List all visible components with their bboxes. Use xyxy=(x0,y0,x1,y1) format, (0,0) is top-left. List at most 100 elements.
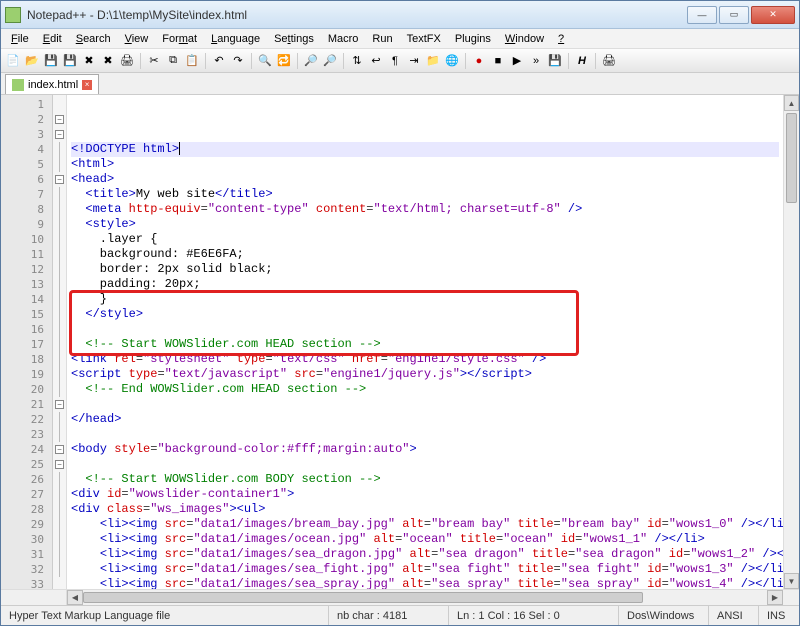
code-line[interactable]: <html> xyxy=(71,157,779,172)
horizontal-scrollbar[interactable]: ◀ ▶ xyxy=(67,590,783,605)
menu-run[interactable]: Run xyxy=(366,31,398,47)
fold-cell[interactable] xyxy=(53,472,66,487)
minimize-button[interactable]: — xyxy=(687,6,717,24)
find-icon[interactable]: 🔍 xyxy=(257,53,273,69)
macro-save-icon[interactable]: 💾 xyxy=(547,53,563,69)
fold-cell[interactable] xyxy=(53,262,66,277)
zoom-in-icon[interactable]: 🔎 xyxy=(303,53,319,69)
whitespace-icon[interactable]: ¶ xyxy=(387,53,403,69)
stop-icon[interactable]: ■ xyxy=(490,53,506,69)
code-area[interactable]: <!DOCTYPE html><html><head> <title>My we… xyxy=(67,95,783,589)
tab-index-html[interactable]: index.html × xyxy=(5,74,99,94)
fold-cell[interactable] xyxy=(53,277,66,292)
zoom-out-icon[interactable]: 🔎 xyxy=(322,53,338,69)
code-line[interactable]: <!-- End WOWSlider.com HEAD section --> xyxy=(71,382,779,397)
folder-icon[interactable]: 📁 xyxy=(425,53,441,69)
fold-cell[interactable] xyxy=(53,247,66,262)
fold-cell[interactable] xyxy=(53,97,66,112)
fold-cell[interactable] xyxy=(53,367,66,382)
menu-window[interactable]: Window xyxy=(499,31,550,47)
open-icon[interactable]: 📂 xyxy=(24,53,40,69)
menu-view[interactable]: View xyxy=(119,31,155,47)
cut-icon[interactable]: ✂ xyxy=(146,53,162,69)
lang-icon[interactable]: 🌐 xyxy=(444,53,460,69)
code-line[interactable]: .layer { xyxy=(71,232,779,247)
close-all-icon[interactable]: ✖ xyxy=(100,53,116,69)
code-line[interactable]: <script type="text/javascript" src="engi… xyxy=(71,367,779,382)
fold-cell[interactable] xyxy=(53,427,66,442)
maximize-button[interactable]: ▭ xyxy=(719,6,749,24)
save-all-icon[interactable]: 💾 xyxy=(62,53,78,69)
sync-icon[interactable]: ⇅ xyxy=(349,53,365,69)
scroll-left-icon[interactable]: ◀ xyxy=(67,590,83,605)
menu-language[interactable]: Language xyxy=(205,31,266,47)
code-line[interactable] xyxy=(71,457,779,472)
code-line[interactable]: </head> xyxy=(71,412,779,427)
fold-cell[interactable]: − xyxy=(53,127,66,142)
code-line[interactable]: <!-- Start WOWSlider.com HEAD section --… xyxy=(71,337,779,352)
fold-cell[interactable] xyxy=(53,217,66,232)
menu-search[interactable]: Search xyxy=(70,31,117,47)
hscroll-track[interactable] xyxy=(83,590,767,605)
fold-cell[interactable] xyxy=(53,547,66,562)
fold-cell[interactable] xyxy=(53,412,66,427)
scroll-down-icon[interactable]: ▼ xyxy=(784,573,799,589)
scroll-up-icon[interactable]: ▲ xyxy=(784,95,799,111)
code-line[interactable]: background: #E6E6FA; xyxy=(71,247,779,262)
menu-format[interactable]: Format xyxy=(156,31,203,47)
print-icon[interactable]: 🖨 xyxy=(119,53,135,69)
fold-cell[interactable] xyxy=(53,487,66,502)
code-line[interactable]: <li><img src="data1/images/sea_dragon.jp… xyxy=(71,547,779,562)
fold-cell[interactable] xyxy=(53,352,66,367)
code-line[interactable]: <link rel="stylesheet" type="text/css" h… xyxy=(71,352,779,367)
code-line[interactable] xyxy=(71,322,779,337)
undo-icon[interactable]: ↶ xyxy=(211,53,227,69)
fold-column[interactable]: −−−−−− xyxy=(53,95,67,589)
play-icon[interactable]: ▶ xyxy=(509,53,525,69)
code-line[interactable]: <head> xyxy=(71,172,779,187)
bold-icon[interactable]: H xyxy=(574,53,590,69)
code-line[interactable]: <li><img src="data1/images/bream_bay.jpg… xyxy=(71,517,779,532)
macro-fast-icon[interactable]: » xyxy=(528,53,544,69)
scroll-thumb[interactable] xyxy=(786,113,797,203)
code-line[interactable]: border: 2px solid black; xyxy=(71,262,779,277)
close-button[interactable]: ✕ xyxy=(751,6,795,24)
save-icon[interactable]: 💾 xyxy=(43,53,59,69)
fold-cell[interactable] xyxy=(53,202,66,217)
menu-edit[interactable]: Edit xyxy=(37,31,68,47)
editor[interactable]: 1234567891011121314151617181920212223242… xyxy=(1,95,799,589)
fold-cell[interactable] xyxy=(53,532,66,547)
fold-cell[interactable] xyxy=(53,142,66,157)
replace-icon[interactable]: 🔁 xyxy=(276,53,292,69)
copy-icon[interactable]: ⧉ xyxy=(165,53,181,69)
fold-cell[interactable] xyxy=(53,307,66,322)
code-line[interactable]: <div class="ws_images"><ul> xyxy=(71,502,779,517)
fold-cell[interactable]: − xyxy=(53,172,66,187)
menu-textfx[interactable]: TextFX xyxy=(401,31,447,47)
menu-plugins[interactable]: Plugins xyxy=(449,31,497,47)
hscroll-thumb[interactable] xyxy=(83,592,643,603)
vertical-scrollbar[interactable]: ▲ ▼ xyxy=(783,95,799,589)
menu-help[interactable]: ? xyxy=(552,31,570,47)
menu-settings[interactable]: Settings xyxy=(268,31,320,47)
code-line[interactable]: <li><img src="data1/images/ocean.jpg" al… xyxy=(71,532,779,547)
fold-cell[interactable] xyxy=(53,232,66,247)
new-icon[interactable]: 📄 xyxy=(5,53,21,69)
scroll-right-icon[interactable]: ▶ xyxy=(767,590,783,605)
fold-cell[interactable] xyxy=(53,187,66,202)
code-line[interactable]: <li><img src="data1/images/sea_fight.jpg… xyxy=(71,562,779,577)
paste-icon[interactable]: 📋 xyxy=(184,53,200,69)
fold-cell[interactable] xyxy=(53,337,66,352)
code-line[interactable]: <body style="background-color:#fff;margi… xyxy=(71,442,779,457)
code-line[interactable]: <title>My web site</title> xyxy=(71,187,779,202)
code-line[interactable]: <li><img src="data1/images/sea_spray.jpg… xyxy=(71,577,779,589)
redo-icon[interactable]: ↷ xyxy=(230,53,246,69)
code-line[interactable]: padding: 20px; xyxy=(71,277,779,292)
fold-cell[interactable]: − xyxy=(53,397,66,412)
fold-cell[interactable] xyxy=(53,562,66,577)
indent-icon[interactable]: ⇥ xyxy=(406,53,422,69)
code-line[interactable]: <div id="wowslider-container1"> xyxy=(71,487,779,502)
code-line[interactable] xyxy=(71,427,779,442)
record-icon[interactable]: ● xyxy=(471,53,487,69)
code-line[interactable]: <meta http-equiv="content-type" content=… xyxy=(71,202,779,217)
